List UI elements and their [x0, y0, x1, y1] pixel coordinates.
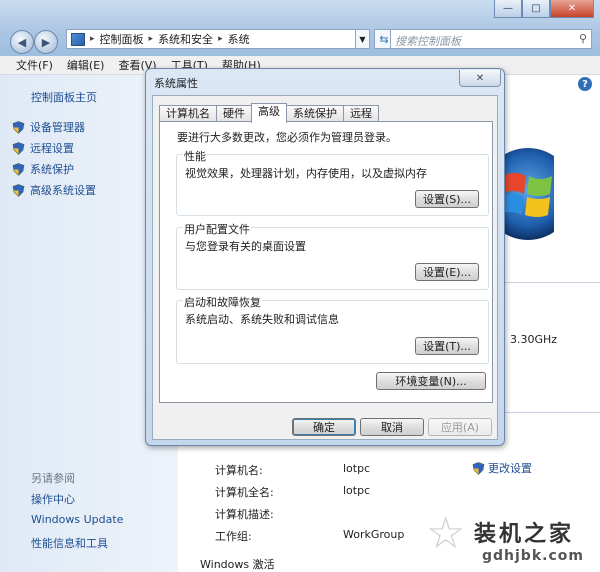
user-profiles-group-title: 用户配置文件: [183, 221, 251, 237]
startup-recovery-group: 启动和故障恢复 系统启动、系统失败和调试信息 设置(T)...: [176, 294, 489, 364]
advanced-tab-panel: 要进行大多数更改，您必须作为管理员登录。 性能 视觉效果，处理器计划，内存使用，…: [159, 121, 493, 403]
maximize-button[interactable]: □: [522, 0, 550, 18]
watermark-url: gdhjbk.com: [482, 548, 584, 564]
uac-shield-icon: [472, 461, 485, 475]
search-placeholder: 搜索控制面板: [395, 35, 461, 48]
startup-recovery-description: 系统启动、系统失败和调试信息: [185, 313, 339, 326]
remote-settings-label: 远程设置: [30, 142, 74, 155]
device-manager-label: 设备管理器: [30, 121, 85, 134]
performance-info-link[interactable]: 性能信息和工具: [31, 535, 108, 551]
user-profiles-description: 与您登录有关的桌面设置: [185, 240, 306, 253]
full-computer-name-value: lotpc: [343, 484, 371, 497]
breadcrumb-chevron-icon: ▸: [90, 34, 95, 44]
forward-arrow-icon: ▶: [41, 35, 51, 49]
uac-shield-icon: [12, 183, 25, 197]
close-button[interactable]: ✕: [550, 0, 594, 18]
window-controls: — □ ✕: [494, 0, 594, 18]
uac-shield-icon: [12, 162, 25, 176]
control-panel-home-link[interactable]: 控制面板主页: [31, 89, 97, 105]
breadcrumb-system-security[interactable]: 系统和安全: [158, 31, 213, 47]
remote-settings-link[interactable]: 远程设置: [12, 140, 74, 156]
system-protection-link[interactable]: 系统保护: [12, 161, 74, 177]
breadcrumb-system[interactable]: 系统: [228, 31, 250, 47]
close-icon: ✕: [475, 72, 485, 84]
windows-activation-heading: Windows 激活: [200, 558, 275, 571]
watermark-title: 装机之家: [474, 521, 575, 547]
address-dropdown-button[interactable]: ▼: [356, 29, 370, 49]
ok-button[interactable]: 确定: [292, 418, 356, 436]
dialog-body: 计算机名 硬件 高级 系统保护 远程 要进行大多数更改，您必须作为管理员登录。 …: [152, 95, 498, 440]
dialog-close-button[interactable]: ✕: [459, 70, 501, 87]
windows-update-link[interactable]: Windows Update: [31, 513, 123, 526]
performance-settings-button[interactable]: 设置(S)...: [415, 190, 479, 208]
apply-button[interactable]: 应用(A): [428, 418, 492, 436]
section-divider: [500, 412, 600, 413]
address-bar[interactable]: ▸ 控制面板 ▸ 系统和安全 ▸ 系统: [66, 29, 356, 49]
tab-hardware[interactable]: 硬件: [216, 105, 252, 122]
window-titlebar: — □ ✕ ◀ ▶ ▸ 控制面板 ▸ 系统和安全 ▸ 系统 ▼ ⇆ 搜索控制面板…: [0, 0, 600, 57]
uac-shield-icon: [12, 120, 25, 134]
user-profiles-group: 用户配置文件 与您登录有关的桌面设置 设置(E)...: [176, 221, 489, 290]
system-protection-label: 系统保护: [30, 163, 74, 176]
tab-advanced[interactable]: 高级: [251, 103, 287, 123]
help-icon[interactable]: ?: [578, 77, 592, 91]
refresh-icon: ⇆: [379, 32, 389, 46]
chevron-down-icon: ▼: [359, 34, 366, 44]
breadcrumb-chevron-icon: ▸: [148, 34, 154, 44]
menu-file[interactable]: 文件(F): [16, 57, 53, 73]
section-divider: [500, 282, 600, 283]
tab-strip: 计算机名 硬件 高级 系统保护 远程: [159, 103, 379, 123]
breadcrumb-control-panel[interactable]: 控制面板: [100, 31, 144, 47]
full-computer-name-label: 计算机全名:: [215, 486, 274, 499]
star-logo-icon: ☆: [426, 508, 466, 559]
see-also-heading: 另请参阅: [31, 472, 75, 485]
environment-variables-button[interactable]: 环境变量(N)...: [376, 372, 486, 390]
workgroup-value: WorkGroup: [343, 528, 405, 541]
menu-edit[interactable]: 编辑(E): [67, 57, 105, 73]
change-settings-label: 更改设置: [488, 462, 532, 475]
tab-system-protection[interactable]: 系统保护: [286, 105, 344, 122]
device-manager-link[interactable]: 设备管理器: [12, 119, 85, 135]
action-center-link[interactable]: 操作中心: [31, 491, 75, 507]
breadcrumb-chevron-icon: ▸: [218, 34, 223, 44]
admin-note: 要进行大多数更改，您必须作为管理员登录。: [177, 131, 397, 144]
workgroup-label: 工作组:: [215, 530, 252, 543]
back-button[interactable]: ◀: [10, 30, 34, 54]
change-settings-link[interactable]: 更改设置: [472, 460, 532, 476]
search-icon[interactable]: ⚲: [579, 32, 587, 45]
computer-description-label: 计算机描述:: [215, 508, 274, 521]
computer-name-label: 计算机名:: [215, 464, 263, 477]
uac-shield-icon: [12, 141, 25, 155]
performance-description: 视觉效果，处理器计划，内存使用，以及虚拟内存: [185, 167, 427, 180]
dialog-title: 系统属性: [154, 77, 198, 90]
startup-recovery-settings-button[interactable]: 设置(T)...: [415, 337, 479, 355]
tab-remote[interactable]: 远程: [343, 105, 379, 122]
performance-group-title: 性能: [183, 148, 207, 164]
system-properties-dialog: 系统属性 ✕ 计算机名 硬件 高级 系统保护 远程 要进行大多数更改，您必须作为…: [145, 68, 505, 446]
search-input[interactable]: 搜索控制面板 ⚲: [390, 29, 592, 49]
tab-computer-name[interactable]: 计算机名: [159, 105, 217, 122]
advanced-system-settings-label: 高级系统设置: [30, 184, 96, 197]
startup-recovery-group-title: 启动和故障恢复: [183, 294, 262, 310]
advanced-system-settings-link[interactable]: 高级系统设置: [12, 182, 96, 198]
back-arrow-icon: ◀: [17, 35, 27, 49]
user-profiles-settings-button[interactable]: 设置(E)...: [415, 263, 479, 281]
processor-speed: 3.30GHz: [510, 333, 558, 346]
cancel-button[interactable]: 取消: [360, 418, 424, 436]
forward-button[interactable]: ▶: [34, 30, 58, 54]
computer-name-value: lotpc: [343, 462, 371, 475]
site-watermark: ☆ 装机之家 gdhjbk.com: [424, 510, 600, 572]
control-panel-icon: [71, 32, 85, 46]
minimize-button[interactable]: —: [494, 0, 522, 18]
performance-group: 性能 视觉效果，处理器计划，内存使用，以及虚拟内存 设置(S)...: [176, 148, 489, 216]
